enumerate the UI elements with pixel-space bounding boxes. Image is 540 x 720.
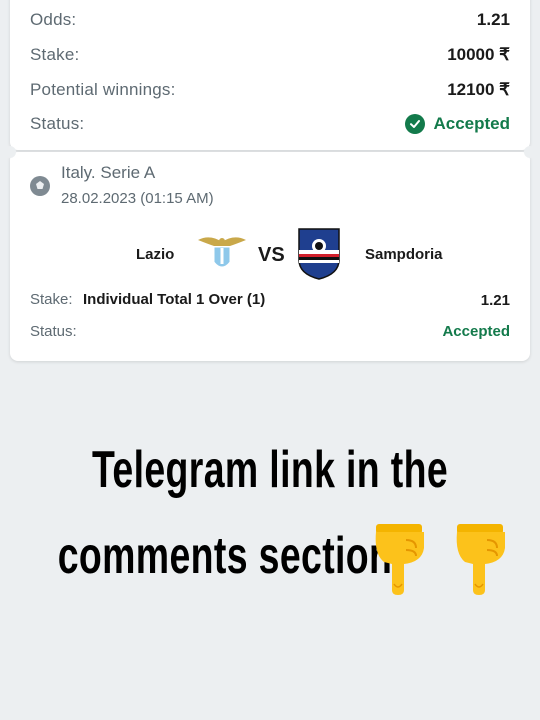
status-value: Accepted [433, 114, 510, 133]
lazio-eagle-logo [198, 237, 246, 268]
league-name: Italy. Serie A [61, 163, 156, 182]
bet-summary-card: Odds: 1.21 Stake: 10000 ₹ Potential winn… [10, 0, 530, 150]
potential-winnings-row: Potential winnings: 12100 ₹ [30, 78, 510, 102]
ticket-notch-left [4, 146, 16, 158]
pointing-down-emoji [375, 524, 424, 595]
odds-value: 1.21 [476, 10, 510, 29]
bet-odds: 1.21 [480, 291, 510, 309]
bet-stake-row: Stake: Individual Total 1 Over (1) 1.21 [30, 288, 510, 312]
caption-line-2: comments section [57, 527, 393, 585]
bet-status-label: Status: [30, 322, 77, 340]
pointing-down-emoji [456, 524, 505, 595]
airplane-icon [318, 40, 393, 134]
versus-label: VS [258, 244, 285, 266]
status-label: Status: [30, 114, 85, 133]
event-date: 28.02.2023 (01:15 AM) [61, 190, 214, 207]
home-team-name: Lazio [136, 246, 175, 263]
bet-status-row: Status: Accepted [30, 319, 510, 343]
ticket-notch-right [524, 146, 536, 158]
stake-label: Stake: [30, 45, 80, 64]
bet-status-value: Accepted [442, 322, 510, 340]
status-row: Status: Accepted [30, 112, 510, 136]
football-icon [30, 176, 50, 196]
sampdoria-crest-logo [298, 228, 340, 280]
away-team-name: Sampdoria [365, 246, 443, 263]
event-card[interactable]: Italy. Serie A 28.02.2023 (01:15 AM) Laz… [10, 152, 530, 361]
bet-name: Individual Total 1 Over (1) [82, 291, 266, 308]
stake-row: Stake: 10000 ₹ [30, 43, 510, 67]
caption-line-1: Telegram link in the [91, 441, 449, 499]
potential-winnings-value: 12100 ₹ [447, 80, 510, 99]
bet-stake-label: Stake: [30, 291, 73, 308]
potential-winnings-label: Potential winnings: [30, 80, 176, 99]
odds-row: Odds: 1.21 [30, 8, 510, 32]
status-badge: Accepted [405, 114, 510, 134]
stake-value: 10000 ₹ [447, 45, 510, 64]
odds-label: Odds: [30, 10, 77, 29]
